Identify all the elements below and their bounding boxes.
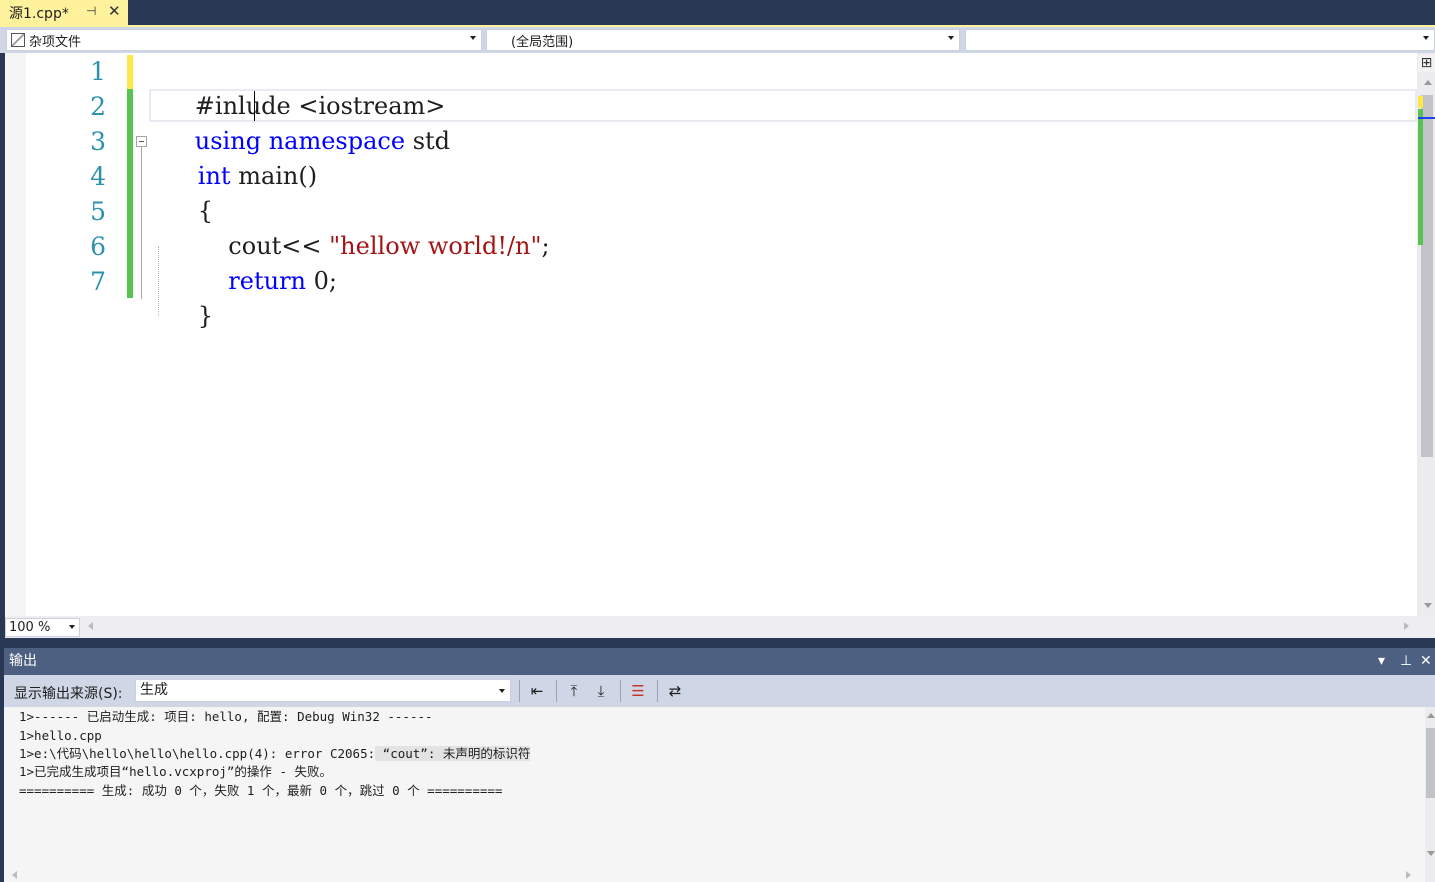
code-token: 0; [306,267,337,295]
zoom-value: 100 % [9,620,51,635]
line-number: 4 [90,162,106,191]
output-source-label: 显示输出来源(S): [14,686,123,702]
scroll-down-icon[interactable] [1427,851,1435,856]
output-source-combo[interactable]: 生成 [135,679,511,702]
toolbar-separator [620,680,621,702]
fold-region-line [141,147,142,299]
line-number: 6 [90,232,106,261]
scroll-left-icon[interactable] [12,871,17,879]
line-number: 3 [90,127,106,156]
collapse-toggle-icon[interactable] [136,136,147,147]
visual-studio-window: 源1.cpp* ⊣ ✕ 杂项文件 (全局范围) 1 2 3 4 5 6 7 #i… [0,0,1435,882]
line-number: 7 [90,267,106,296]
error-text: 1>e:\代码\hello\hello\hello.cpp(4): error … [19,746,376,761]
member-combo[interactable] [965,29,1435,51]
clear-all-icon[interactable]: ☰ [627,680,649,702]
code-token: std [405,127,451,155]
output-source-value: 生成 [140,682,168,698]
scope-combo[interactable]: (全局范围) [486,29,960,51]
text-caret [254,91,255,121]
code-line-6: return 0; [152,229,337,295]
chevron-down-icon [1423,36,1429,40]
pin-icon[interactable]: ⊣ [86,4,96,18]
scroll-up-icon[interactable] [1427,713,1435,718]
error-message-highlight: “cout”: 未声明的标识符 [375,746,531,761]
scroll-down-icon[interactable] [1424,603,1432,608]
project-combo-value: 杂项文件 [29,34,82,50]
navigation-bar: 杂项文件 (全局范围) [0,27,1435,53]
zoom-combo[interactable]: 100 % [5,618,80,637]
editor-horizontal-scrollbar[interactable] [5,616,1435,638]
code-line-3: int main() [152,124,317,190]
scrollbar-change-marker [1418,109,1423,245]
scroll-right-icon[interactable] [1406,871,1411,879]
code-token: return [228,267,307,295]
project-combo[interactable]: 杂项文件 [6,29,482,51]
scrollbar-caret-marker [1418,117,1435,119]
line-number: 5 [90,197,106,226]
close-icon[interactable]: ✕ [1420,648,1432,675]
chevron-down-icon [470,36,476,40]
output-line: ========== 生成: 成功 0 个，失败 1 个，最新 0 个，跳过 0… [19,783,503,798]
toolbar-separator [519,680,520,702]
code-token: main() [230,162,318,190]
toolbar-separator [556,680,557,702]
change-marker-saved [127,89,133,298]
toolbar-separator [657,680,658,702]
find-message-in-code-icon[interactable]: ⇤ [526,680,548,702]
scope-combo-value: (全局范围) [511,34,574,50]
code-line-4: { [152,159,213,225]
close-icon[interactable]: ✕ [108,2,121,20]
chevron-down-icon [948,36,954,40]
output-line: 1>hello.cpp [19,728,102,743]
chevron-down-icon [69,625,75,629]
code-line-2: using namespace std [149,89,450,155]
scroll-right-icon[interactable] [1404,622,1409,630]
chevron-down-icon [499,689,505,693]
output-line: 1>------ 已启动生成: 项目: hello, 配置: Debug Win… [19,709,433,724]
change-marker-unsaved [127,55,133,89]
output-line: 1>已完成生成项目“hello.vcxproj”的操作 - 失败。 [19,764,333,779]
line-number: 1 [90,57,106,86]
output-text-area[interactable]: 1>------ 已启动生成: 项目: hello, 配置: Debug Win… [4,707,1425,882]
tab-title: 源1.cpp* [9,5,69,22]
toggle-word-wrap-icon[interactable]: ⇄ [664,680,686,702]
code-token: } [197,302,214,330]
code-token: ; [541,232,550,260]
scroll-left-icon[interactable] [88,622,93,630]
go-to-next-message-icon[interactable]: ⤓ [590,680,612,702]
output-panel-title: 输出 [9,653,37,669]
tab-source-file[interactable]: 源1.cpp* ⊣ ✕ [0,0,128,25]
code-line-5: cout<< "hellow world!/n"; [152,194,549,260]
go-to-previous-message-icon[interactable]: ⤒ [563,680,585,702]
output-panel-title-bar: 输出 ▾ ⊥ ✕ [4,648,1435,675]
document-tab-strip: 源1.cpp* ⊣ ✕ [0,0,1435,25]
scroll-up-icon[interactable] [1424,80,1432,85]
line-number: 2 [90,92,106,121]
misc-files-icon [11,33,25,47]
window-menu-icon[interactable]: ▾ [1378,648,1385,675]
scrollbar-change-marker [1418,96,1423,108]
code-editor[interactable]: 1 2 3 4 5 6 7 #inlude <iostream> using n… [5,53,1417,616]
code-line-7: } [152,264,213,330]
output-toolbar: 显示输出来源(S): 生成 ⇤ ⤒ ⤓ ☰ ⇄ [4,675,1435,707]
scrollbar-thumb[interactable] [1426,728,1435,798]
indicator-margin [5,53,26,616]
code-line-1: #inlude <iostream> [149,54,446,120]
split-window-icon[interactable]: ⊞ [1418,55,1435,72]
pin-icon[interactable]: ⊥ [1400,648,1412,675]
code-token: "hellow world!/n" [329,232,542,260]
output-line: 1>e:\代码\hello\hello\hello.cpp(4): error … [19,744,531,763]
